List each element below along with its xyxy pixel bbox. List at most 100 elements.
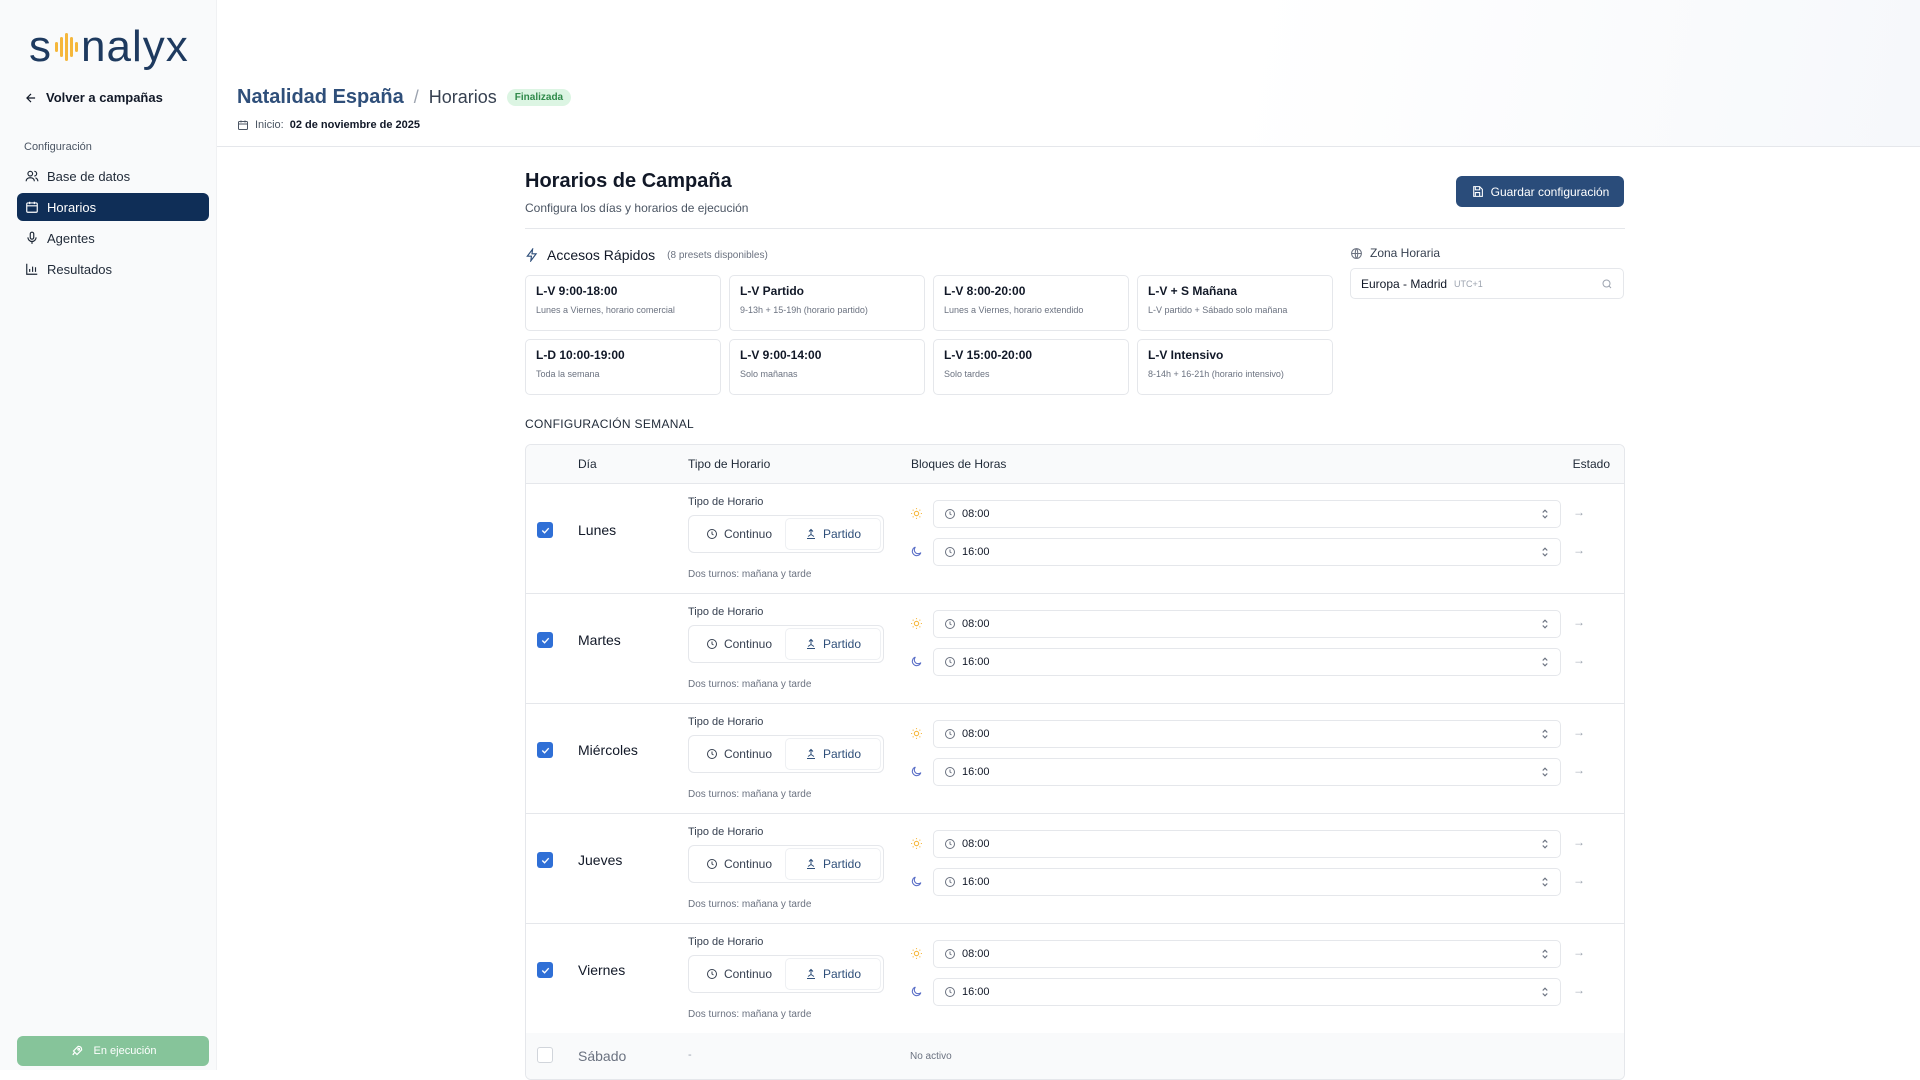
split-icon (806, 748, 815, 759)
afternoon-time-input[interactable]: 16:00 (933, 538, 1561, 566)
option-partido[interactable]: Partido (786, 519, 880, 549)
morning-time-input[interactable]: 08:00 (933, 720, 1561, 748)
col-type: Tipo de Horario (688, 457, 771, 471)
option-continuo[interactable]: Continuo (692, 849, 786, 879)
chevron-up-down-icon (1542, 877, 1548, 887)
split-icon (806, 638, 815, 649)
sonalyx-logo[interactable]: s nalyx (29, 22, 189, 72)
running-status-label: En ejecución (93, 1045, 157, 1057)
weekly-config-title: CONFIGURACIÓN SEMANAL (525, 417, 694, 431)
option-partido[interactable]: Partido (786, 959, 880, 989)
arrow-left-icon (26, 93, 36, 102)
type-label: Tipo de Horario (688, 826, 764, 838)
preset-name: L-V 9:00-14:00 (740, 348, 822, 362)
clock-icon (945, 767, 955, 777)
chevron-up-down-icon (1542, 547, 1548, 557)
option-continuo[interactable]: Continuo (692, 629, 786, 659)
sidebar-item-agentes[interactable]: Agentes (17, 224, 209, 252)
day-name: Jueves (578, 852, 623, 868)
check-icon (541, 637, 549, 644)
day-checkbox[interactable] (537, 632, 553, 648)
save-config-button[interactable]: Guardar configuración (1456, 176, 1624, 207)
sidebar-item-resultados[interactable]: Resultados (17, 255, 209, 283)
preset-desc: Lunes a Viernes, horario extendido (944, 305, 1084, 315)
logo-text-end: nalyx (81, 22, 189, 71)
timezone-select[interactable]: Europa - Madrid UTC+1 (1350, 268, 1624, 299)
table-row: Martes Tipo de Horario Continuo Partido Dos … (526, 594, 1624, 704)
timezone-value: Europa - Madrid (1361, 276, 1448, 291)
preset-card[interactable]: L-V + S Mañana L-V partido + Sábado solo … (1137, 275, 1333, 331)
preset-card[interactable]: L-V 9:00-14:00 Solo mañanas (729, 339, 925, 395)
arrow-right-icon: → (1573, 505, 1585, 519)
preset-name: L-D 10:00-19:00 (536, 348, 625, 362)
preset-card[interactable]: L-V Partido 9-13h + 15-19h (horario parti… (729, 275, 925, 331)
sidebar-item-label: Resultados (47, 261, 113, 277)
timezone-offset: UTC+1 (1454, 278, 1483, 289)
search-icon (1602, 279, 1612, 288)
afternoon-time-input[interactable]: 16:00 (933, 978, 1561, 1006)
preset-grid: L-V 9:00-18:00 Lunes a Viernes, horario c… (525, 275, 1333, 395)
page-title: Horarios de Campaña (525, 170, 732, 192)
day-checkbox[interactable] (537, 852, 553, 868)
sun-icon (911, 728, 922, 739)
option-partido[interactable]: Partido (786, 629, 880, 659)
afternoon-time-input[interactable]: 16:00 (933, 868, 1561, 896)
title-divider (525, 228, 1625, 229)
option-continuo[interactable]: Continuo (692, 739, 786, 769)
preset-card[interactable]: L-V 15:00-20:00 Solo tardes (933, 339, 1129, 395)
option-continuo-label: Continuo (723, 747, 773, 761)
col-day: Día (578, 457, 597, 471)
sun-icon (911, 838, 922, 849)
table-header: Día Tipo de Horario Bloques de Horas Est… (526, 445, 1624, 484)
morning-time-input[interactable]: 08:00 (933, 500, 1561, 528)
preset-count: (8 presets disponibles) (667, 249, 768, 261)
breadcrumb-section: Horarios (428, 87, 497, 107)
option-continuo[interactable]: Continuo (692, 959, 786, 989)
preset-card[interactable]: L-V 9:00-18:00 Lunes a Viernes, horario c… (525, 275, 721, 331)
afternoon-time-value: 16:00 (962, 546, 990, 558)
chevron-up-down-icon (1542, 949, 1548, 959)
preset-card[interactable]: L-V 8:00-20:00 Lunes a Viernes, horario e… (933, 275, 1129, 331)
chevron-up-down-icon (1542, 987, 1548, 997)
page-subtitle: Configura los días y horarios de ejecuci… (525, 201, 749, 215)
morning-time-value: 08:00 (962, 508, 990, 520)
morning-time-input[interactable]: 08:00 (933, 610, 1561, 638)
preset-card[interactable]: L-D 10:00-19:00 Toda la semana (525, 339, 721, 395)
chevron-up-down-icon (1542, 619, 1548, 629)
morning-time-input[interactable]: 08:00 (933, 830, 1561, 858)
day-checkbox[interactable] (537, 1047, 553, 1063)
afternoon-time-input[interactable]: 16:00 (933, 648, 1561, 676)
clock-icon (945, 547, 955, 557)
morning-time-value: 08:00 (962, 728, 990, 740)
status-badge: Finalizada (506, 89, 572, 106)
option-partido[interactable]: Partido (786, 849, 880, 879)
sidebar-item-base-de-datos[interactable]: Base de datos (17, 162, 209, 190)
afternoon-time-input[interactable]: 16:00 (933, 758, 1561, 786)
option-partido[interactable]: Partido (786, 739, 880, 769)
type-description: Dos turnos: mañana y tarde (688, 1009, 812, 1020)
afternoon-time-value: 16:00 (962, 876, 990, 888)
table-row: Viernes Tipo de Horario Continuo Partido Dos… (526, 924, 1624, 1033)
col-blocks: Bloques de Horas (911, 457, 1007, 471)
morning-time-input[interactable]: 08:00 (933, 940, 1561, 968)
clock-icon (945, 657, 955, 667)
preset-name: L-V 9:00-18:00 (536, 284, 618, 298)
running-status-button[interactable]: En ejecución (17, 1036, 209, 1066)
back-to-campaigns-link[interactable]: Volver a campañas (24, 90, 163, 105)
schedule-type-toggle: Continuo Partido (688, 735, 884, 773)
inactive-label: No activo (910, 1051, 952, 1062)
breadcrumb-project[interactable]: Natalidad España (237, 86, 404, 109)
chevron-up-down-icon (1542, 657, 1548, 667)
day-checkbox[interactable] (537, 962, 553, 978)
option-partido-label: Partido (822, 637, 862, 651)
sidebar-item-horarios[interactable]: Horarios (17, 193, 209, 221)
arrow-right-icon: → (1573, 725, 1585, 739)
day-checkbox[interactable] (537, 742, 553, 758)
sun-icon (911, 948, 922, 959)
check-icon (541, 527, 549, 534)
preset-desc: Solo mañanas (740, 369, 798, 379)
option-continuo[interactable]: Continuo (692, 519, 786, 549)
preset-card[interactable]: L-V Intensivo 8-14h + 16-21h (horario int… (1137, 339, 1333, 395)
sidebar-item-label: Base de datos (47, 168, 131, 184)
day-checkbox[interactable] (537, 522, 553, 538)
